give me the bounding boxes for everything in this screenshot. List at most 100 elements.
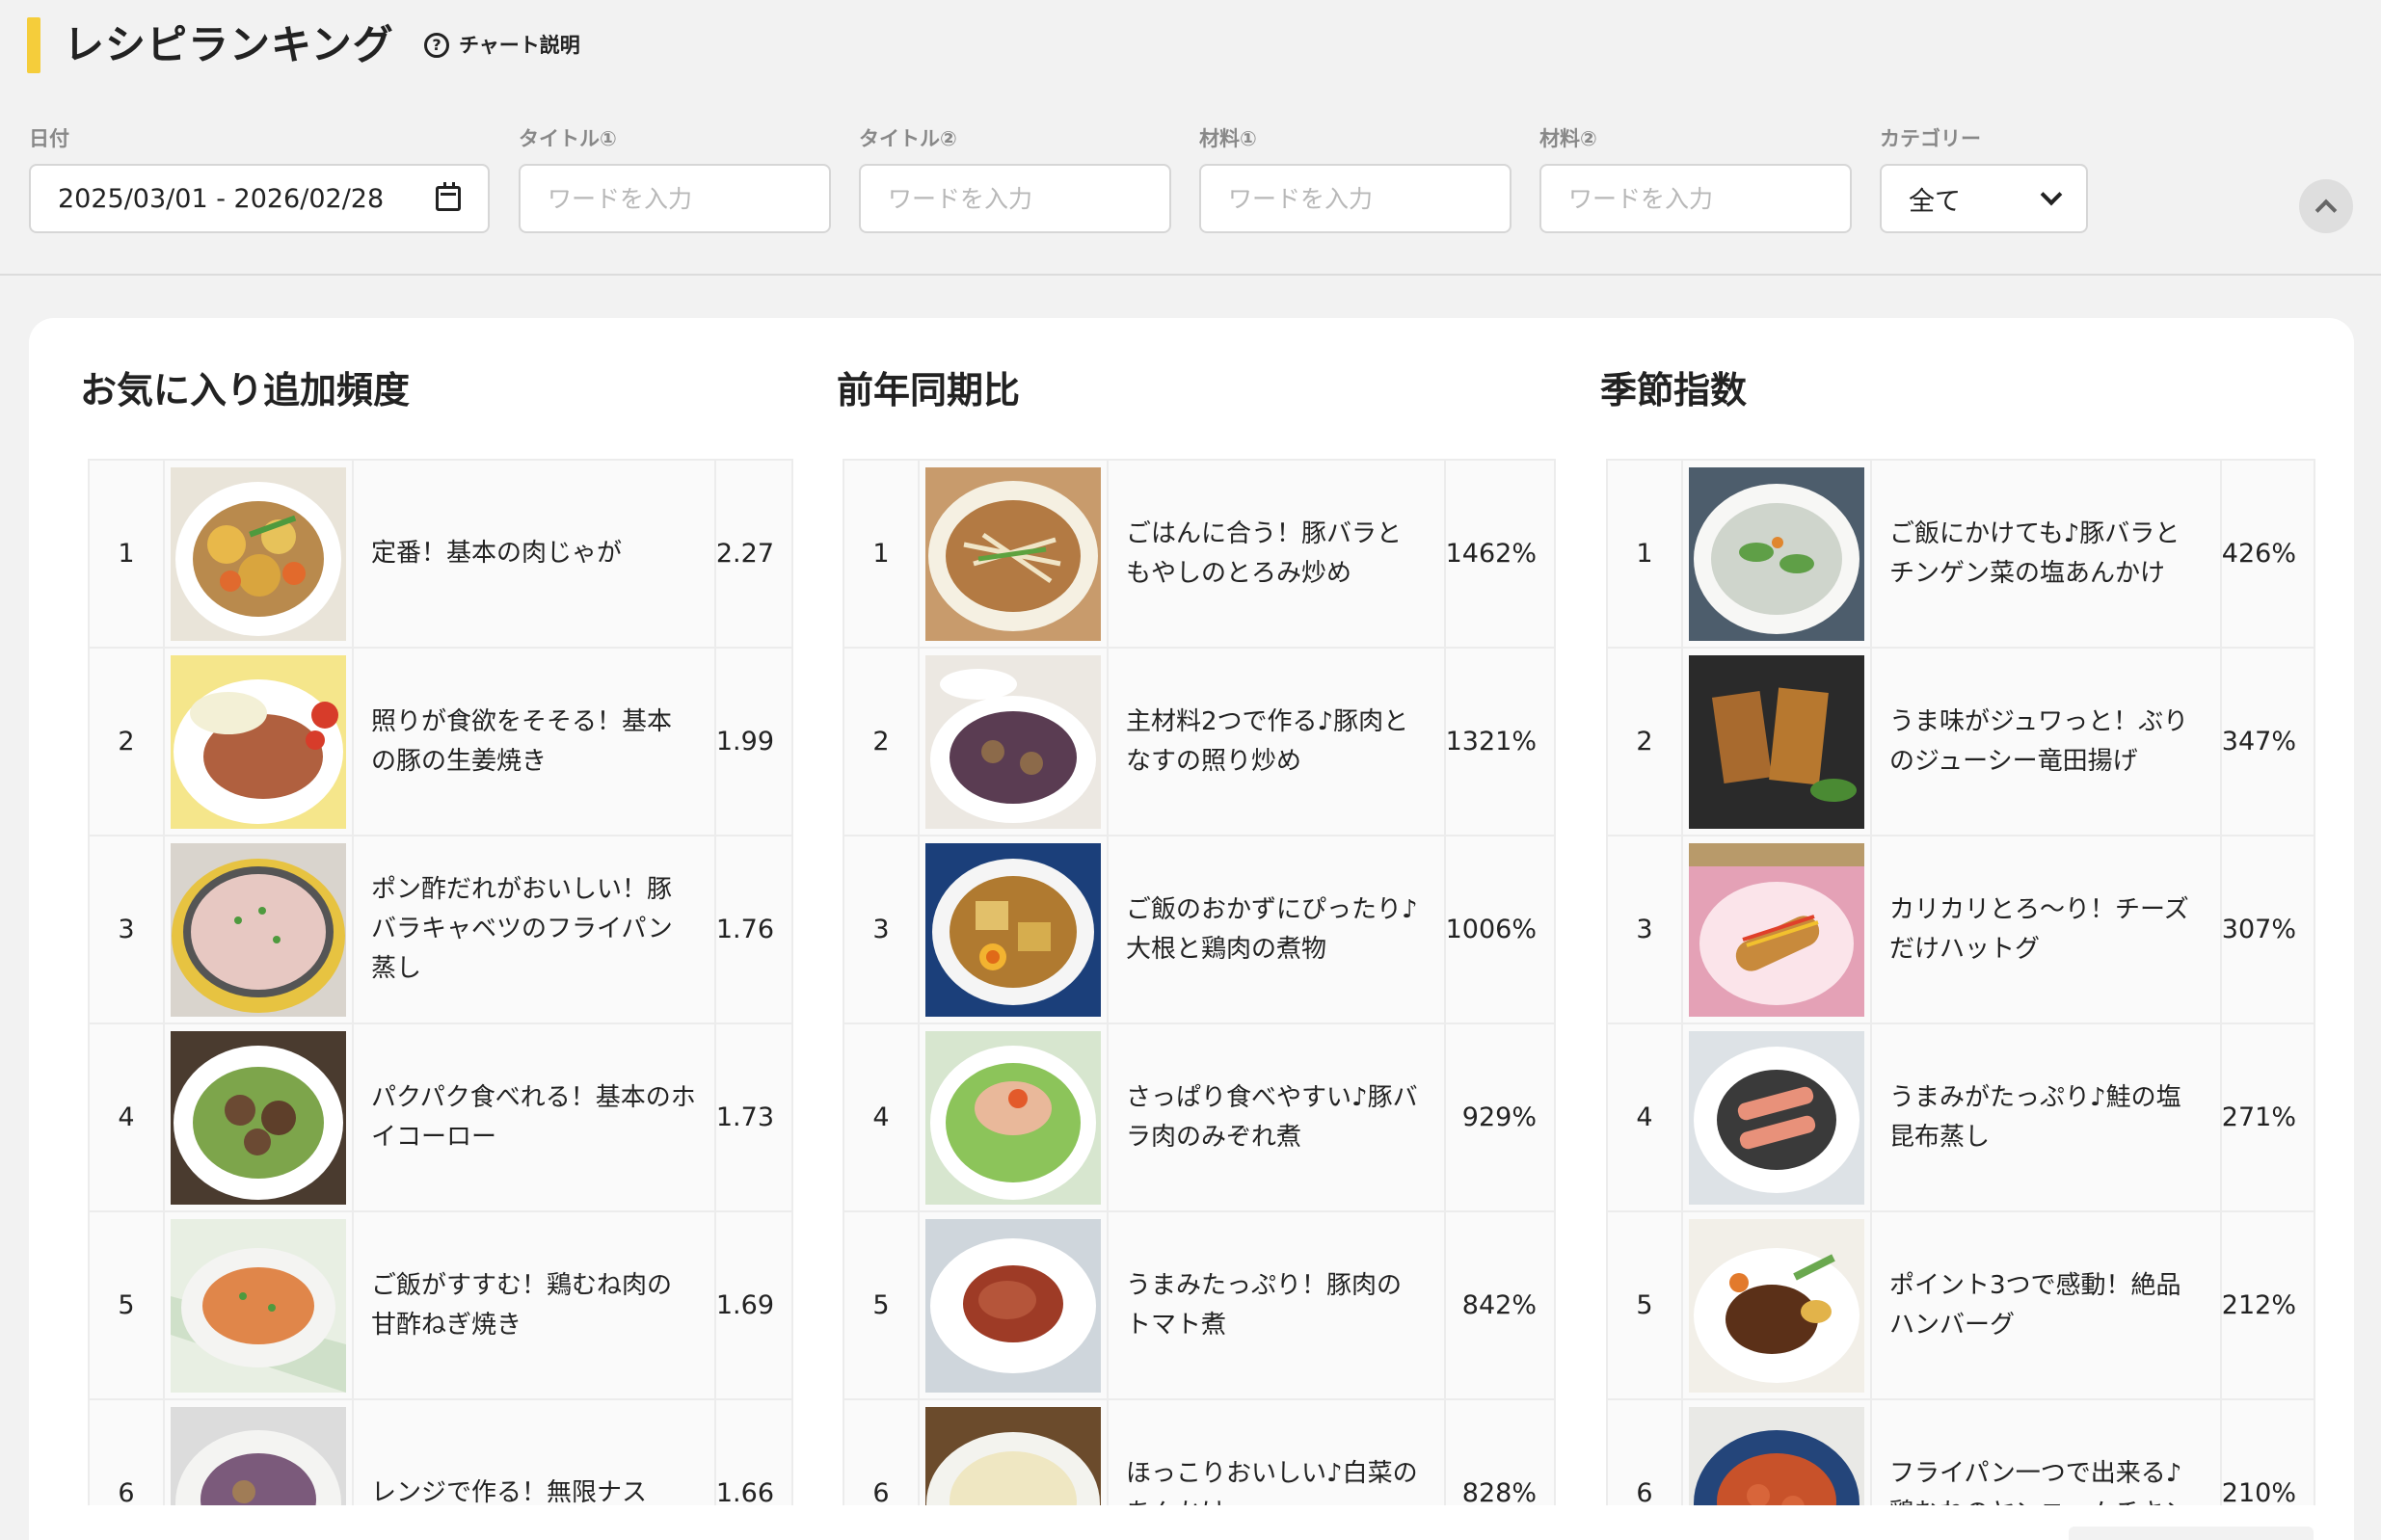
table-row[interactable]: 5 ポイント3つで感動！絶品ハンバーグ 212% [1606, 1210, 2316, 1400]
image-cell [1681, 459, 1872, 649]
recipe-name[interactable]: さっぱり食べやすい♪豚バラ肉のみぞれ煮 [1107, 1022, 1446, 1212]
recipe-name[interactable]: レンジで作る！無限ナス [352, 1398, 716, 1505]
recipe-name[interactable]: カリカリとろ〜り！チーズだけハットグ [1870, 835, 2222, 1024]
recipe-name[interactable]: うま味がジュワっと！ぶりのジューシー竜田揚げ [1870, 647, 2222, 836]
recipe-name[interactable]: ほっこりおいしい♪白菜のあんかけ [1107, 1398, 1446, 1505]
page-title: レシピランキング [64, 21, 394, 68]
recipe-name[interactable]: ご飯がすすむ！鶏むね肉の甘酢ねぎ焼き [352, 1210, 716, 1400]
recipe-image[interactable] [1689, 842, 1864, 1017]
ranking-table-seasonal: 1 ご飯にかけても♪豚バラとチンゲン菜の塩あんかけ 426% 2 うま味がジュワ… [1606, 459, 2316, 1505]
recipe-name[interactable]: ポン酢だれがおいしい！豚バラキャベツのフライパン蒸し [352, 835, 716, 1024]
recipe-image[interactable] [171, 466, 346, 641]
table-row[interactable]: 3 ご飯のおかずにぴったり♪大根と鶏肉の煮物 1006% [843, 835, 1557, 1024]
score-value: 2.27 [713, 459, 794, 649]
table-row[interactable]: 5 ご飯がすすむ！鶏むね肉の甘酢ねぎ焼き 1.69 [88, 1210, 794, 1400]
rank-cell: 5 [88, 1210, 165, 1400]
table-row[interactable]: 5 うまみたっぷり！豚肉のトマト煮 842% [843, 1210, 1557, 1400]
scroll-indicator[interactable] [2069, 1527, 2314, 1540]
recipe-image[interactable] [171, 842, 346, 1017]
recipe-image[interactable] [925, 1406, 1101, 1505]
recipe-name[interactable]: ご飯にかけても♪豚バラとチンゲン菜の塩あんかけ [1870, 459, 2222, 649]
recipe-name[interactable]: ご飯のおかずにぴったり♪大根と鶏肉の煮物 [1107, 835, 1446, 1024]
ranking-table-favorites: 1 定番！基本の肉じゃが 2.27 2 照りが食欲をそそる！基本の豚の生姜焼き … [88, 459, 794, 1505]
image-cell [163, 1022, 354, 1212]
recipe-image[interactable] [171, 1030, 346, 1205]
table-row[interactable]: 6 レンジで作る！無限ナス 1.66 [88, 1398, 794, 1505]
table-row[interactable]: 4 さっぱり食べやすい♪豚バラ肉のみぞれ煮 929% [843, 1022, 1557, 1212]
ranking-card: お気に入り追加頻度 1 定番！基本の肉じゃが 2.27 2 照りが食欲をそそる！… [29, 318, 2354, 1540]
title2-input[interactable] [888, 184, 1142, 213]
recipe-name[interactable]: 主材料2つで作る♪豚肉となすの照り炒め [1107, 647, 1446, 836]
rank-cell: 4 [1606, 1022, 1683, 1212]
image-cell [1681, 835, 1872, 1024]
recipe-name[interactable]: ポイント3つで感動！絶品ハンバーグ [1870, 1210, 2222, 1400]
recipe-image[interactable] [1689, 1030, 1864, 1205]
image-cell [163, 835, 354, 1024]
recipe-name[interactable]: パクパク食べれる！基本のホイコーロー [352, 1022, 716, 1212]
rank-cell: 4 [88, 1022, 165, 1212]
rank-cell: 1 [88, 459, 165, 649]
recipe-image[interactable] [925, 654, 1101, 829]
image-cell [918, 1022, 1109, 1212]
recipe-name[interactable]: うまみがたっぷり♪鮭の塩昆布蒸し [1870, 1022, 2222, 1212]
category-select[interactable]: 全て [1880, 164, 2088, 233]
score-value: 929% [1443, 1022, 1557, 1212]
recipe-image[interactable] [171, 1218, 346, 1393]
table-row[interactable]: 1 定番！基本の肉じゃが 2.27 [88, 459, 794, 649]
ingredient1-input[interactable] [1228, 184, 1483, 213]
collapse-filters-button[interactable] [2299, 179, 2353, 233]
ranking-table-yoy: 1 ごはんに合う！豚バラともやしのとろみ炒め 1462% 2 主材料2つで作る♪… [843, 459, 1557, 1505]
recipe-image[interactable] [1689, 1218, 1864, 1393]
rank-cell: 2 [1606, 647, 1683, 836]
ingredient2-input[interactable] [1568, 184, 1823, 213]
title1-input[interactable] [548, 184, 802, 213]
table-row[interactable]: 6 ほっこりおいしい♪白菜のあんかけ 828% [843, 1398, 1557, 1505]
score-value: 1.73 [713, 1022, 794, 1212]
recipe-name[interactable]: フライパン一つで出来る♪鶏むねのヤンニョムチキン [1870, 1398, 2222, 1505]
table-row[interactable]: 4 パクパク食べれる！基本のホイコーロー 1.73 [88, 1022, 794, 1212]
recipe-image[interactable] [925, 842, 1101, 1017]
recipe-image[interactable] [925, 1030, 1101, 1205]
date-range-input[interactable]: 2025/03/01 - 2026/02/28 [29, 164, 490, 233]
section-title-favorites: お気に入り追加頻度 [80, 369, 411, 412]
recipe-image[interactable] [925, 466, 1101, 641]
rank-cell: 6 [1606, 1398, 1683, 1505]
recipe-image[interactable] [1689, 466, 1864, 641]
date-range-value: 2025/03/01 - 2026/02/28 [58, 183, 385, 214]
recipe-name[interactable]: うまみたっぷり！豚肉のトマト煮 [1107, 1210, 1446, 1400]
chevron-up-icon [2314, 199, 2338, 222]
table-row[interactable]: 3 カリカリとろ〜り！チーズだけハットグ 307% [1606, 835, 2316, 1024]
recipe-image[interactable] [1689, 1406, 1864, 1505]
ingredient2-field [1539, 164, 1852, 233]
recipe-name[interactable]: 定番！基本の肉じゃが [352, 459, 716, 649]
score-value: 1.76 [713, 835, 794, 1024]
table-row[interactable]: 4 うまみがたっぷり♪鮭の塩昆布蒸し 271% [1606, 1022, 2316, 1212]
ingredient2-label: 材料② [1539, 127, 1597, 150]
section-title-yoy: 前年同期比 [837, 369, 1021, 412]
table-row[interactable]: 2 うま味がジュワっと！ぶりのジューシー竜田揚げ 347% [1606, 647, 2316, 836]
table-row[interactable]: 1 ごはんに合う！豚バラともやしのとろみ炒め 1462% [843, 459, 1557, 649]
score-value: 1006% [1443, 835, 1557, 1024]
title2-label: タイトル② [859, 127, 957, 150]
question-circle-icon: ? [424, 33, 449, 58]
table-row[interactable]: 3 ポン酢だれがおいしい！豚バラキャベツのフライパン蒸し 1.76 [88, 835, 794, 1024]
score-value: 210% [2219, 1398, 2316, 1505]
table-row[interactable]: 2 照りが食欲をそそる！基本の豚の生姜焼き 1.99 [88, 647, 794, 836]
image-cell [918, 835, 1109, 1024]
table-row[interactable]: 2 主材料2つで作る♪豚肉となすの照り炒め 1321% [843, 647, 1557, 836]
table-row[interactable]: 1 ご飯にかけても♪豚バラとチンゲン菜の塩あんかけ 426% [1606, 459, 2316, 649]
category-value: 全て [1909, 186, 1961, 217]
recipe-image[interactable] [171, 1406, 346, 1505]
table-row[interactable]: 6 フライパン一つで出来る♪鶏むねのヤンニョムチキン 210% [1606, 1398, 2316, 1505]
score-value: 271% [2219, 1022, 2316, 1212]
recipe-name[interactable]: ごはんに合う！豚バラともやしのとろみ炒め [1107, 459, 1446, 649]
rank-cell: 2 [843, 647, 920, 836]
rank-cell: 3 [843, 835, 920, 1024]
recipe-name[interactable]: 照りが食欲をそそる！基本の豚の生姜焼き [352, 647, 716, 836]
recipe-image[interactable] [925, 1218, 1101, 1393]
chart-help-link[interactable]: ? チャート説明 [424, 31, 580, 60]
image-cell [918, 1210, 1109, 1400]
rank-cell: 2 [88, 647, 165, 836]
recipe-image[interactable] [1689, 654, 1864, 829]
recipe-image[interactable] [171, 654, 346, 829]
